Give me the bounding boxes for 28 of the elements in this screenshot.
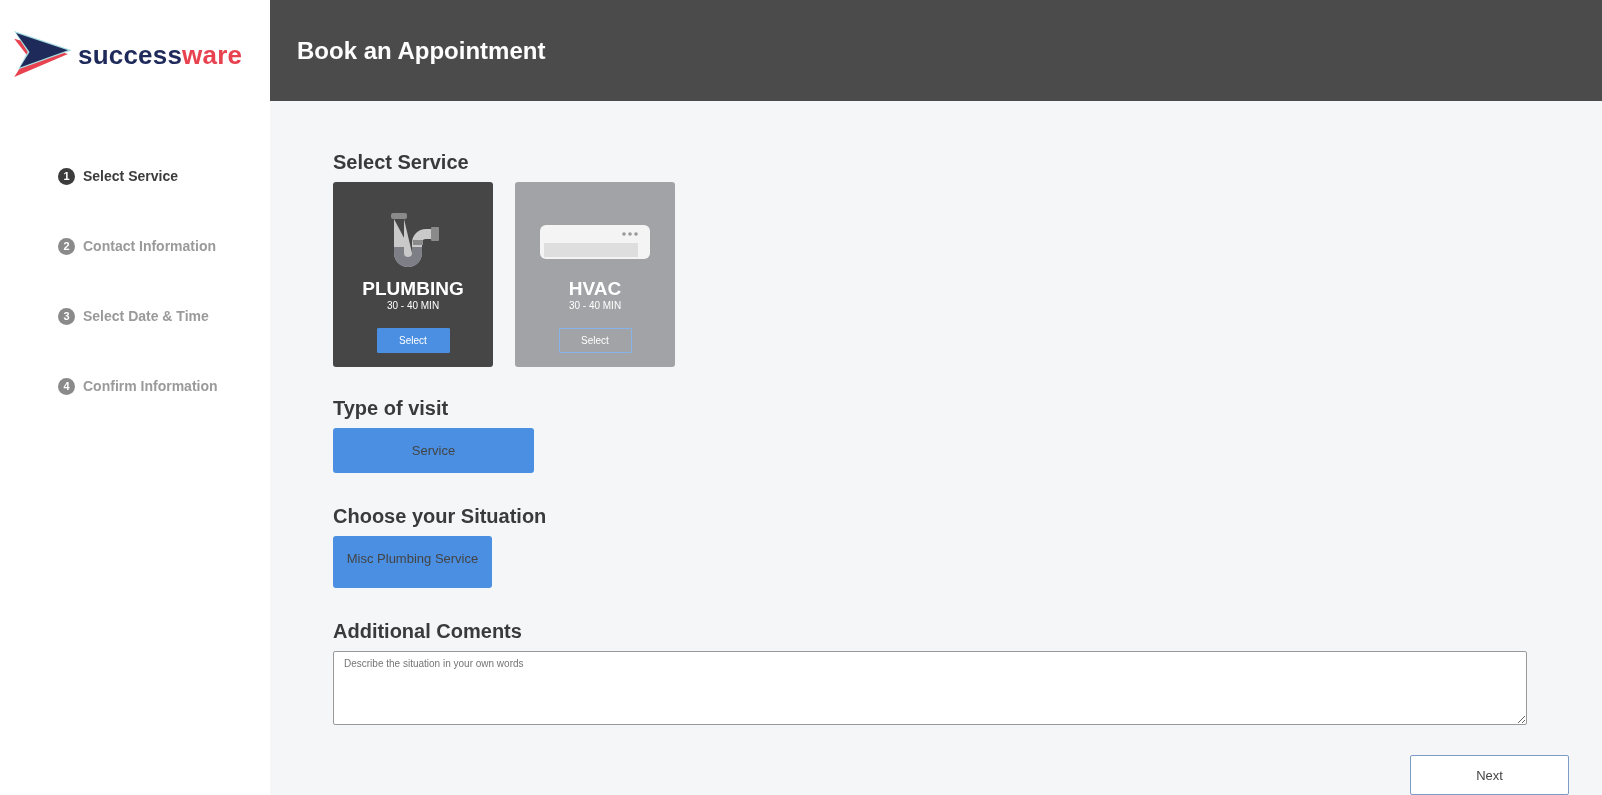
service-card[interactable]: HVAC 30 - 40 MIN Select <box>515 182 675 367</box>
step-item[interactable]: 1 Select Service <box>58 167 178 185</box>
step-number-badge: 1 <box>58 167 75 185</box>
section-heading: Type of visit <box>333 397 449 420</box>
step-item[interactable]: 2 Contact Information <box>58 237 216 255</box>
service-duration: 30 - 40 MIN <box>568 300 622 311</box>
section-heading: Select Service <box>333 151 469 174</box>
section-heading: Additional Coments <box>333 620 522 643</box>
option-button[interactable]: Misc Plumbing Service <box>333 536 492 588</box>
step-number-badge: 3 <box>58 307 75 325</box>
comments-field[interactable]: Describe the situation in your own words <box>333 651 1527 725</box>
logo-icon <box>14 31 72 79</box>
step-item[interactable]: 4 Confirm Information <box>58 377 218 395</box>
service-card[interactable]: PLUMBING 30 - 40 MIN Select <box>333 182 493 367</box>
select-button[interactable]: Select <box>558 328 632 353</box>
step-number-badge: 2 <box>58 237 75 255</box>
logo-wordmark: successware <box>78 39 243 71</box>
service-title: HVAC <box>568 278 622 300</box>
service-duration: 30 - 40 MIN <box>386 300 440 311</box>
step-number-badge: 4 <box>58 377 75 395</box>
select-button[interactable]: Select <box>376 328 450 353</box>
next-button[interactable]: Next <box>1410 755 1569 795</box>
section-heading: Choose your Situation <box>333 505 547 528</box>
page-title: Book an Appointment <box>297 36 546 65</box>
step-item[interactable]: 3 Select Date & Time <box>58 307 209 325</box>
service-title: PLUMBING <box>362 278 464 300</box>
option-button[interactable]: Service <box>333 428 534 473</box>
air-conditioner-icon <box>540 225 650 261</box>
